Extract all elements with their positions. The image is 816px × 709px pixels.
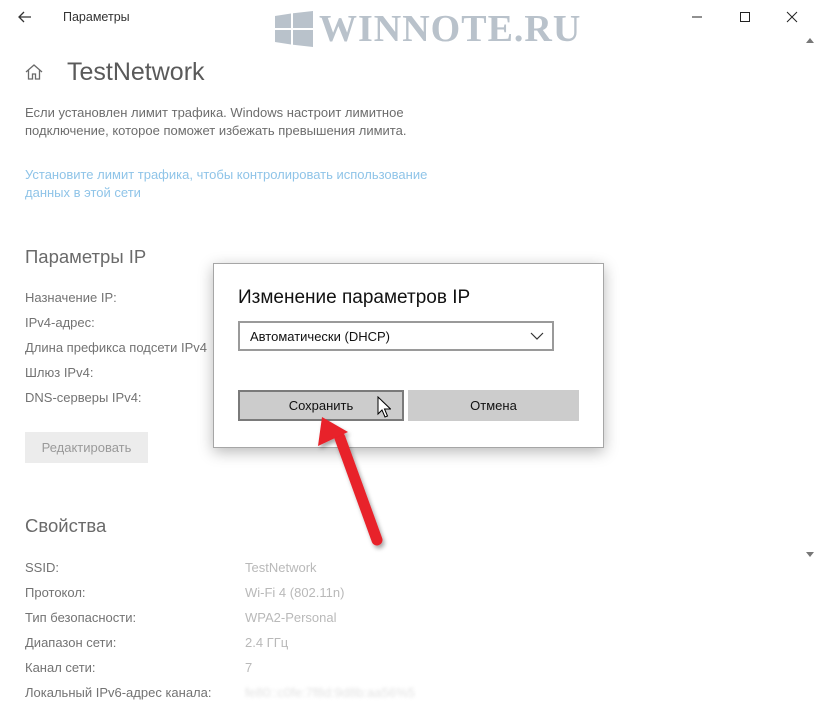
cancel-button[interactable]: Отмена: [408, 390, 579, 421]
close-icon: [786, 11, 798, 23]
scroll-up-icon[interactable]: [806, 38, 814, 43]
chevron-down-icon: [530, 332, 544, 340]
title-bar: Параметры WINNOTE.RU: [0, 0, 816, 48]
network-channel-label: Канал сети:: [25, 660, 96, 675]
security-type-value: WPA2-Personal: [245, 610, 337, 625]
ipv4-address-label: IPv4-адрес:: [25, 315, 95, 330]
protocol-value: Wi-Fi 4 (802.11n): [245, 585, 345, 600]
watermark: WINNOTE.RU: [275, 10, 581, 48]
back-arrow-icon: [18, 11, 31, 23]
traffic-limit-link-line-1[interactable]: Установите лимит трафика, чтобы контроли…: [25, 166, 427, 184]
dialog-title: Изменение параметров IP: [238, 287, 471, 308]
edit-button[interactable]: Редактировать: [25, 432, 148, 463]
page-title: TestNetwork: [67, 58, 205, 86]
maximize-icon: [740, 12, 750, 22]
protocol-label: Протокол:: [25, 585, 86, 600]
ssid-value: TestNetwork: [245, 560, 317, 575]
traffic-limit-link-line-2[interactable]: данных в этой сети: [25, 184, 141, 202]
network-band-value: 2.4 ГГц: [245, 635, 289, 650]
ip-assignment-label: Назначение IP:: [25, 290, 117, 305]
scroll-down-icon[interactable]: [806, 552, 814, 557]
home-icon[interactable]: [24, 62, 44, 82]
watermark-text: WINNOTE.RU: [319, 8, 582, 50]
windows-logo-icon: [275, 11, 313, 47]
ipv6-link-local-value: fe80::c0fe:7f8d:9d8b:aa56%5: [245, 685, 415, 700]
ipv4-dns-label: DNS-серверы IPv4:: [25, 390, 142, 405]
maximize-button[interactable]: [725, 4, 765, 30]
ip-settings-heading: Параметры IP: [25, 246, 147, 267]
minimize-icon: [692, 16, 702, 18]
security-type-label: Тип безопасности:: [25, 610, 137, 625]
scrollbar[interactable]: [804, 34, 816, 709]
app-title: Параметры: [63, 10, 130, 24]
ipv4-prefix-label: Длина префикса подсети IPv4: [25, 340, 208, 355]
ipv4-gateway-label: Шлюз IPv4:: [25, 365, 94, 380]
network-band-label: Диапазон сети:: [25, 635, 117, 650]
close-button[interactable]: [772, 4, 812, 30]
network-channel-value: 7: [245, 660, 253, 675]
ssid-label: SSID:: [25, 560, 59, 575]
minimize-button[interactable]: [677, 4, 717, 30]
ipv6-link-local-label: Локальный IPv6-адрес канала:: [25, 685, 212, 700]
description-line-2: подключение, которое поможет избежать пр…: [25, 123, 407, 138]
mouse-pointer-icon: [377, 396, 391, 418]
edit-ip-dialog: Изменение параметров IP Автоматически (D…: [213, 263, 604, 448]
back-button[interactable]: [10, 4, 40, 30]
ip-mode-selected-value: Автоматически (DHCP): [250, 329, 390, 344]
ip-mode-select[interactable]: Автоматически (DHCP): [238, 321, 554, 351]
description-line-1: Если установлен лимит трафика. Windows н…: [25, 105, 404, 120]
properties-heading: Свойства: [25, 515, 107, 536]
